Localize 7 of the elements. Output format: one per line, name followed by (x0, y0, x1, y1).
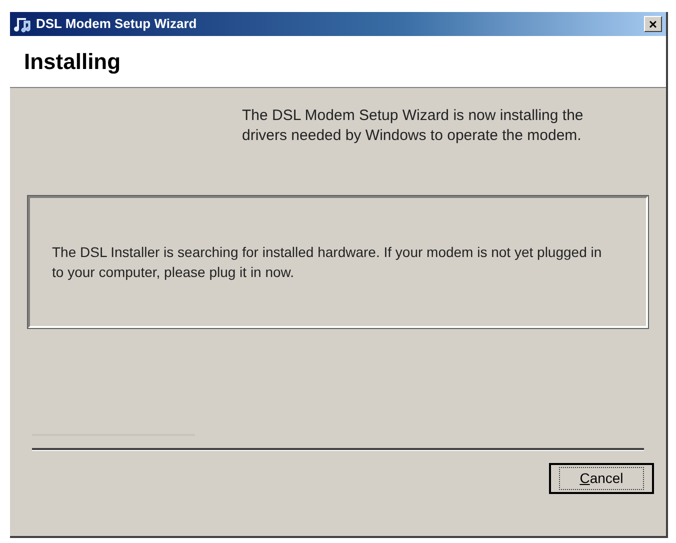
music-notes-icon (14, 15, 32, 33)
close-button[interactable]: × (644, 16, 662, 32)
page-title: Installing (24, 48, 121, 76)
window-title: DSL Modem Setup Wizard (36, 15, 198, 34)
status-message: The DSL Installer is searching for installed hardware. If your modem is not yet plugged in to your computer, please plug it in now. (52, 243, 603, 282)
cancel-button[interactable]: Cancel (549, 463, 654, 494)
intro-text: The DSL Modem Setup Wizard is now installing the drivers needed by Windows to operate the modem. (242, 106, 584, 146)
